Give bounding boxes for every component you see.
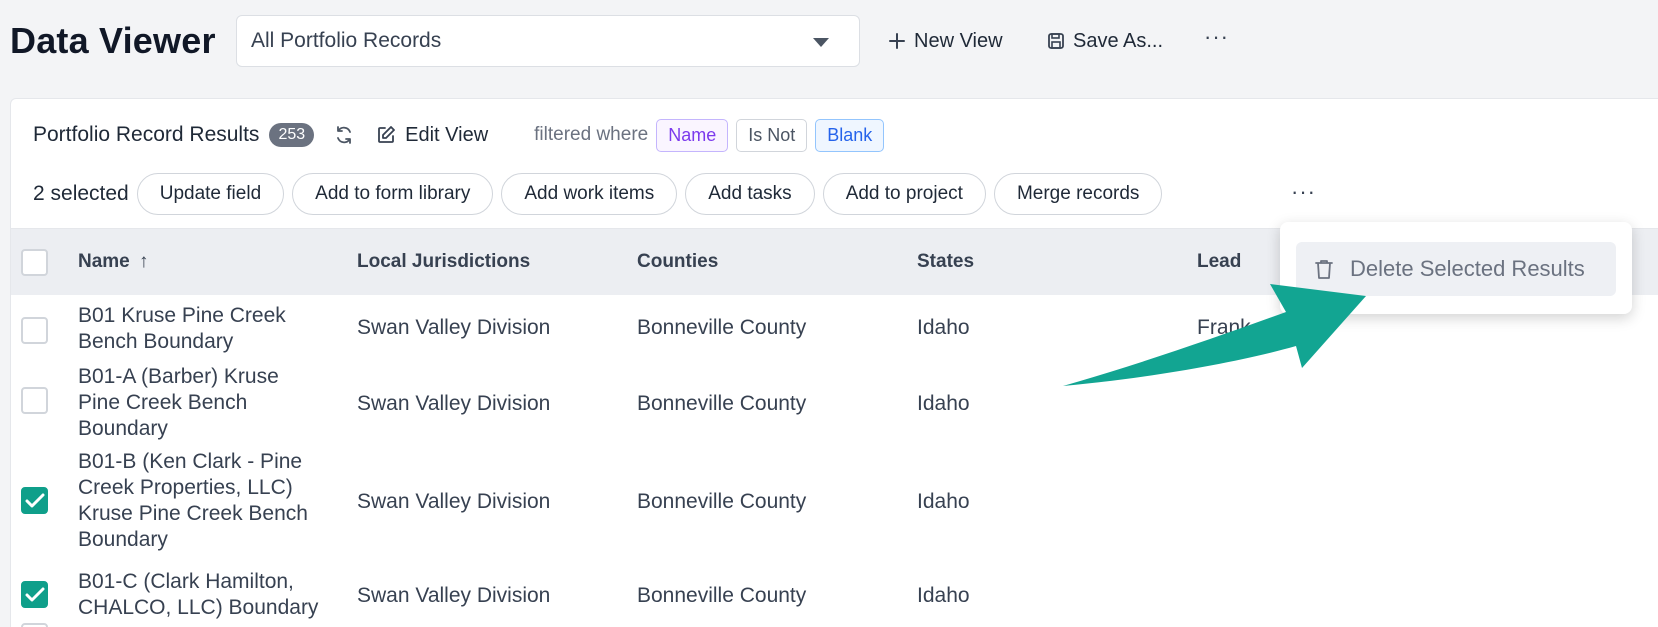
column-header-states[interactable]: States [917,251,974,273]
row-state: Idaho [917,584,970,607]
row-county: Bonneville County [637,392,807,415]
row-name[interactable]: B01-C (Clark Hamilton, CHALCO, LLC) Boun… [78,569,338,621]
more-options-icon[interactable]: ··· [1204,24,1229,50]
row-checkbox[interactable] [21,387,48,414]
edit-view-button[interactable]: Edit View [376,124,488,147]
row-county: Bonneville County [637,316,807,339]
column-name-label: Name [78,251,130,272]
filter-prefix: filtered where [534,124,649,145]
filter-field-chip[interactable]: Name [656,118,729,152]
row-name[interactable]: B01-B (Ken Clark - Pine Creek Properties… [78,449,338,553]
save-as-label: Save As... [1073,29,1164,52]
more-actions-menu: Delete Selected Results [1280,222,1632,314]
add-work-items-button[interactable]: Add work items [501,173,678,215]
add-tasks-button[interactable]: Add tasks [685,173,815,215]
row-state: Idaho [917,316,970,339]
select-all-checkbox[interactable] [21,249,48,276]
edit-view-label: Edit View [405,123,489,146]
row-jurisdiction: Swan Valley Division [357,316,551,339]
more-actions-icon[interactable]: ··· [1291,179,1316,205]
column-header-lead[interactable]: Lead [1197,251,1241,273]
delete-selected-results-label: Delete Selected Results [1350,256,1585,281]
filter-operator-chip[interactable]: Is Not [736,118,808,152]
table-row[interactable]: B01-C (Clark Hamilton, CHALCO, LLC) Boun… [11,559,1658,627]
merge-records-button[interactable]: Merge records [993,173,1163,215]
row-county: Bonneville County [637,490,807,513]
add-to-form-library-button[interactable]: Add to form library [292,173,494,215]
update-field-button[interactable]: Update field [136,173,285,215]
checkmark-icon [25,493,45,508]
page-title: Data Viewer [10,20,216,61]
view-selector-value: All Portfolio Records [251,29,442,52]
row-name[interactable]: B01 Kruse Pine Creek Bench Boundary [78,303,343,355]
save-as-button[interactable]: Save As... [1047,26,1163,56]
plus-icon [889,33,905,49]
new-view-button[interactable]: New View [888,26,1003,56]
top-bar: Data Viewer All Portfolio Records New Vi… [0,0,1658,86]
selected-count: 2 selected [33,182,129,205]
row-state: Idaho [917,392,970,415]
view-selector-dropdown[interactable]: All Portfolio Records [236,15,860,67]
row-state: Idaho [917,490,970,513]
results-count-badge: 253 [269,123,315,147]
delete-selected-results-item[interactable]: Delete Selected Results [1296,242,1616,296]
save-icon [1048,33,1064,49]
edit-icon [378,126,396,143]
row-county: Bonneville County [637,584,807,607]
add-to-project-button[interactable]: Add to project [822,173,986,215]
column-header-jurisdictions[interactable]: Local Jurisdictions [357,251,530,273]
row-jurisdiction: Swan Valley Division [357,584,551,607]
new-view-label: New View [914,29,1003,52]
row-jurisdiction: Swan Valley Division [357,490,551,513]
chevron-down-icon [813,38,829,47]
column-header-name[interactable]: Name ↑ [78,251,149,273]
row-checkbox-checked[interactable] [21,581,48,608]
column-header-counties[interactable]: Counties [637,251,718,273]
refresh-icon[interactable] [334,125,354,145]
row-checkbox-checked[interactable] [21,487,48,514]
table-row[interactable]: B01-A (Barber) Kruse Pine Creek Bench Bo… [11,361,1658,447]
results-card: Portfolio Record Results 253 Edit View f… [10,98,1658,627]
checkmark-icon [25,587,45,602]
row-checkbox[interactable] [21,317,48,344]
sort-ascending-icon: ↑ [139,251,149,272]
results-header: Portfolio Record Results 253 Edit View f… [33,117,885,153]
row-checkbox[interactable] [21,623,48,627]
row-lead: Frank [1197,316,1251,339]
bulk-actions-bar: 2 selected Update field Add to form libr… [33,173,1170,215]
table-row[interactable]: B01-B (Ken Clark - Pine Creek Properties… [11,447,1658,559]
filter-value-chip[interactable]: Blank [815,118,885,152]
results-title: Portfolio Record Results [33,123,260,146]
trash-icon [1315,260,1333,279]
row-name[interactable]: B01-A (Barber) Kruse Pine Creek Bench Bo… [78,364,310,442]
row-jurisdiction: Swan Valley Division [357,392,551,415]
